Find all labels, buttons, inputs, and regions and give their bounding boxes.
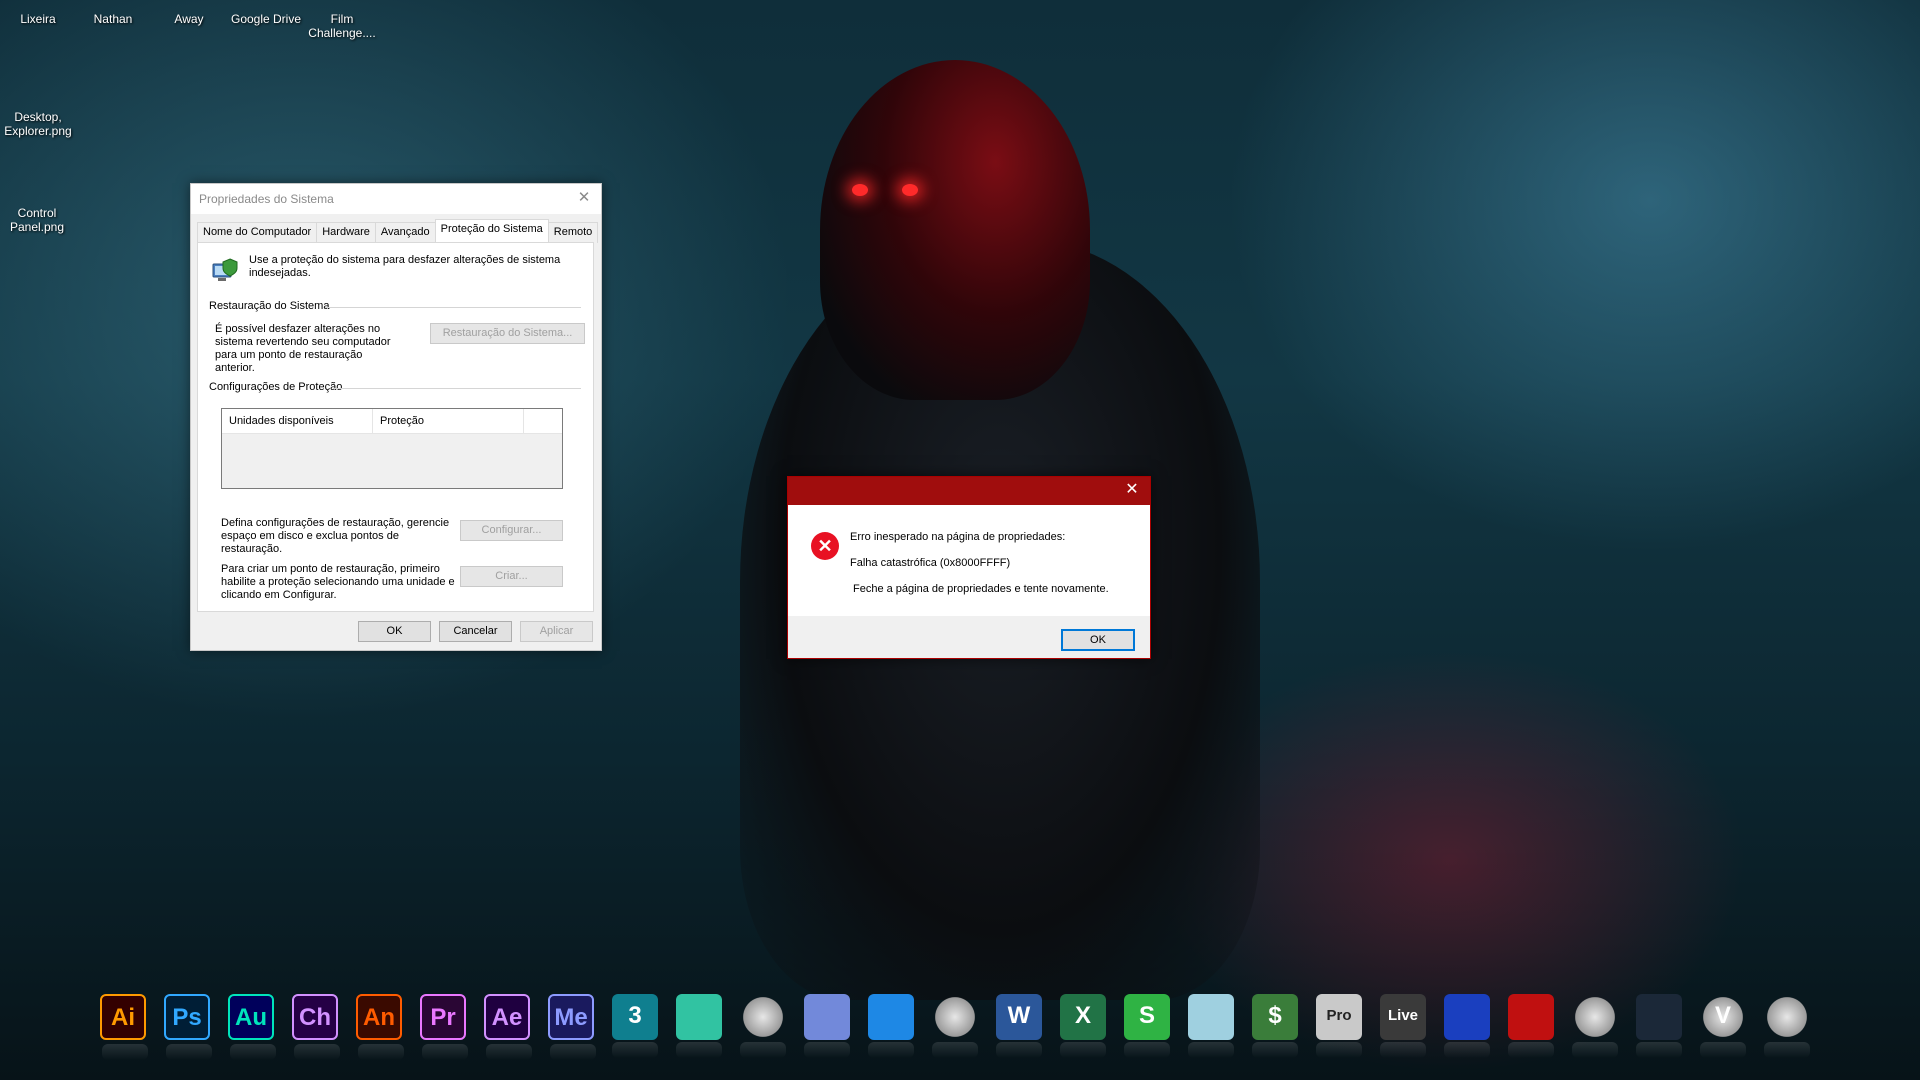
error-dialog-footer: OK: [788, 616, 1150, 658]
close-icon[interactable]: ✕: [573, 188, 595, 208]
wallpaper-eye-right: [902, 184, 918, 196]
dock-excel-icon[interactable]: X: [1060, 994, 1106, 1058]
tab-system-protection[interactable]: Proteção do Sistema: [434, 219, 549, 243]
dialog-title: Propriedades do Sistema: [199, 192, 334, 206]
configure-button[interactable]: Configurar...: [460, 520, 563, 541]
dock-illustrator-icon[interactable]: Ai: [100, 994, 148, 1060]
dock-xsplit-icon[interactable]: [1572, 994, 1618, 1058]
protection-group-divider: [333, 388, 581, 389]
configure-description: Defina configurações de restauração, ger…: [221, 517, 450, 555]
app-dock: Ai Ps Au Ch An Pr Ae Me 3 W X S $ Pro Live V: [100, 994, 1828, 1060]
dock-chrome-icon[interactable]: [932, 994, 978, 1058]
error-message-code: Falha catastrófica (0x8000FFFF): [850, 557, 1011, 569]
drives-list[interactable]: Unidades disponíveis Proteção: [221, 408, 563, 489]
create-description: Para criar um ponto de restauração, prim…: [221, 563, 455, 601]
dock-cocktail-icon[interactable]: [740, 994, 786, 1058]
dock-sumo-icon[interactable]: S: [1124, 994, 1170, 1058]
error-message-title: Erro inesperado na página de propriedade…: [850, 531, 1066, 543]
desktop-icon-recycle-bin[interactable]: Lixeira: [0, 12, 76, 26]
dock-steam-icon[interactable]: [1636, 994, 1682, 1058]
dock-need-for-speed-icon[interactable]: [1764, 994, 1810, 1058]
drives-list-header: Unidades disponíveis Proteção: [222, 409, 562, 434]
desktop-icon-google-drive[interactable]: Google Drive: [228, 12, 304, 26]
dock-notes-icon[interactable]: [1188, 994, 1234, 1058]
column-empty: [524, 409, 562, 433]
error-dialog-titlebar[interactable]: ✕: [788, 477, 1150, 505]
create-button[interactable]: Criar...: [460, 566, 563, 587]
desktop-icon-desktop-explorer[interactable]: Desktop, Explorer.png: [0, 110, 76, 138]
column-available-drives[interactable]: Unidades disponíveis: [222, 409, 373, 433]
ok-button[interactable]: OK: [358, 621, 431, 642]
tab-advanced[interactable]: Avançado: [374, 222, 436, 243]
restore-description: É possível desfazer alterações no sistem…: [215, 323, 391, 374]
dock-discord-icon[interactable]: [804, 994, 850, 1058]
cancel-button[interactable]: Cancelar: [439, 621, 512, 642]
wallpaper-eye-left: [852, 184, 868, 196]
tab-computer-name[interactable]: Nome do Computador: [197, 222, 318, 243]
desktop-icon-control-panel[interactable]: Control Panel.png: [0, 206, 74, 234]
error-x-icon: ✕: [811, 532, 839, 560]
dock-character-animator-icon[interactable]: Ch: [292, 994, 340, 1060]
desktop-icon-away[interactable]: Away: [151, 12, 227, 26]
wallpaper-hood: [820, 60, 1090, 400]
dock-animate-icon[interactable]: An: [356, 994, 404, 1060]
error-dialog: ✕ ✕ Erro inesperado na página de proprie…: [787, 476, 1151, 659]
close-icon[interactable]: ✕: [1122, 480, 1142, 500]
dock-ableton-live-icon[interactable]: Live: [1380, 994, 1426, 1058]
desktop-icon-nathan[interactable]: Nathan: [75, 12, 151, 26]
restore-group-title: Restauração do Sistema: [209, 300, 330, 312]
dock-gta-v-icon[interactable]: V: [1700, 994, 1746, 1058]
tab-strip: Nome do Computador Hardware Avançado Pro…: [197, 219, 599, 243]
dock-audition-icon[interactable]: Au: [228, 994, 276, 1060]
intro-text: Use a proteção do sistema para desfazer …: [249, 254, 561, 279]
system-protection-icon: [212, 258, 238, 281]
dock-pro-app-icon[interactable]: Pro: [1316, 994, 1362, 1058]
dock-cloud-upload-icon[interactable]: [868, 994, 914, 1058]
tab-remote[interactable]: Remoto: [547, 222, 599, 243]
column-protection[interactable]: Proteção: [373, 409, 524, 433]
dock-media-encoder-icon[interactable]: Me: [548, 994, 596, 1060]
error-ok-button[interactable]: OK: [1061, 629, 1135, 651]
system-restore-button[interactable]: Restauração do Sistema...: [430, 323, 585, 344]
dock-streamlabs-icon[interactable]: [676, 994, 722, 1058]
error-message-hint: Feche a página de propriedades e tente n…: [853, 583, 1109, 595]
protection-group-title: Configurações de Proteção: [209, 381, 343, 393]
dock-red-box-icon[interactable]: [1508, 994, 1554, 1058]
dock-3ds-max-icon[interactable]: 3: [612, 994, 658, 1058]
dock-money-manager-icon[interactable]: $: [1252, 994, 1298, 1058]
dock-premiere-icon[interactable]: Pr: [420, 994, 468, 1060]
dock-word-icon[interactable]: W: [996, 994, 1042, 1058]
system-properties-titlebar[interactable]: Propriedades do Sistema ✕: [191, 184, 601, 214]
desktop-icon-film-challenge[interactable]: Film Challenge....: [303, 12, 381, 40]
dock-photoshop-icon[interactable]: Ps: [164, 994, 212, 1060]
restore-group-divider: [325, 307, 581, 308]
tab-hardware[interactable]: Hardware: [316, 222, 376, 243]
system-properties-dialog: Propriedades do Sistema ✕ Nome do Comput…: [190, 183, 602, 651]
apply-button[interactable]: Aplicar: [520, 621, 593, 642]
system-protection-panel: Use a proteção do sistema para desfazer …: [197, 242, 594, 612]
dock-audacity-icon[interactable]: [1444, 994, 1490, 1058]
dock-after-effects-icon[interactable]: Ae: [484, 994, 532, 1060]
